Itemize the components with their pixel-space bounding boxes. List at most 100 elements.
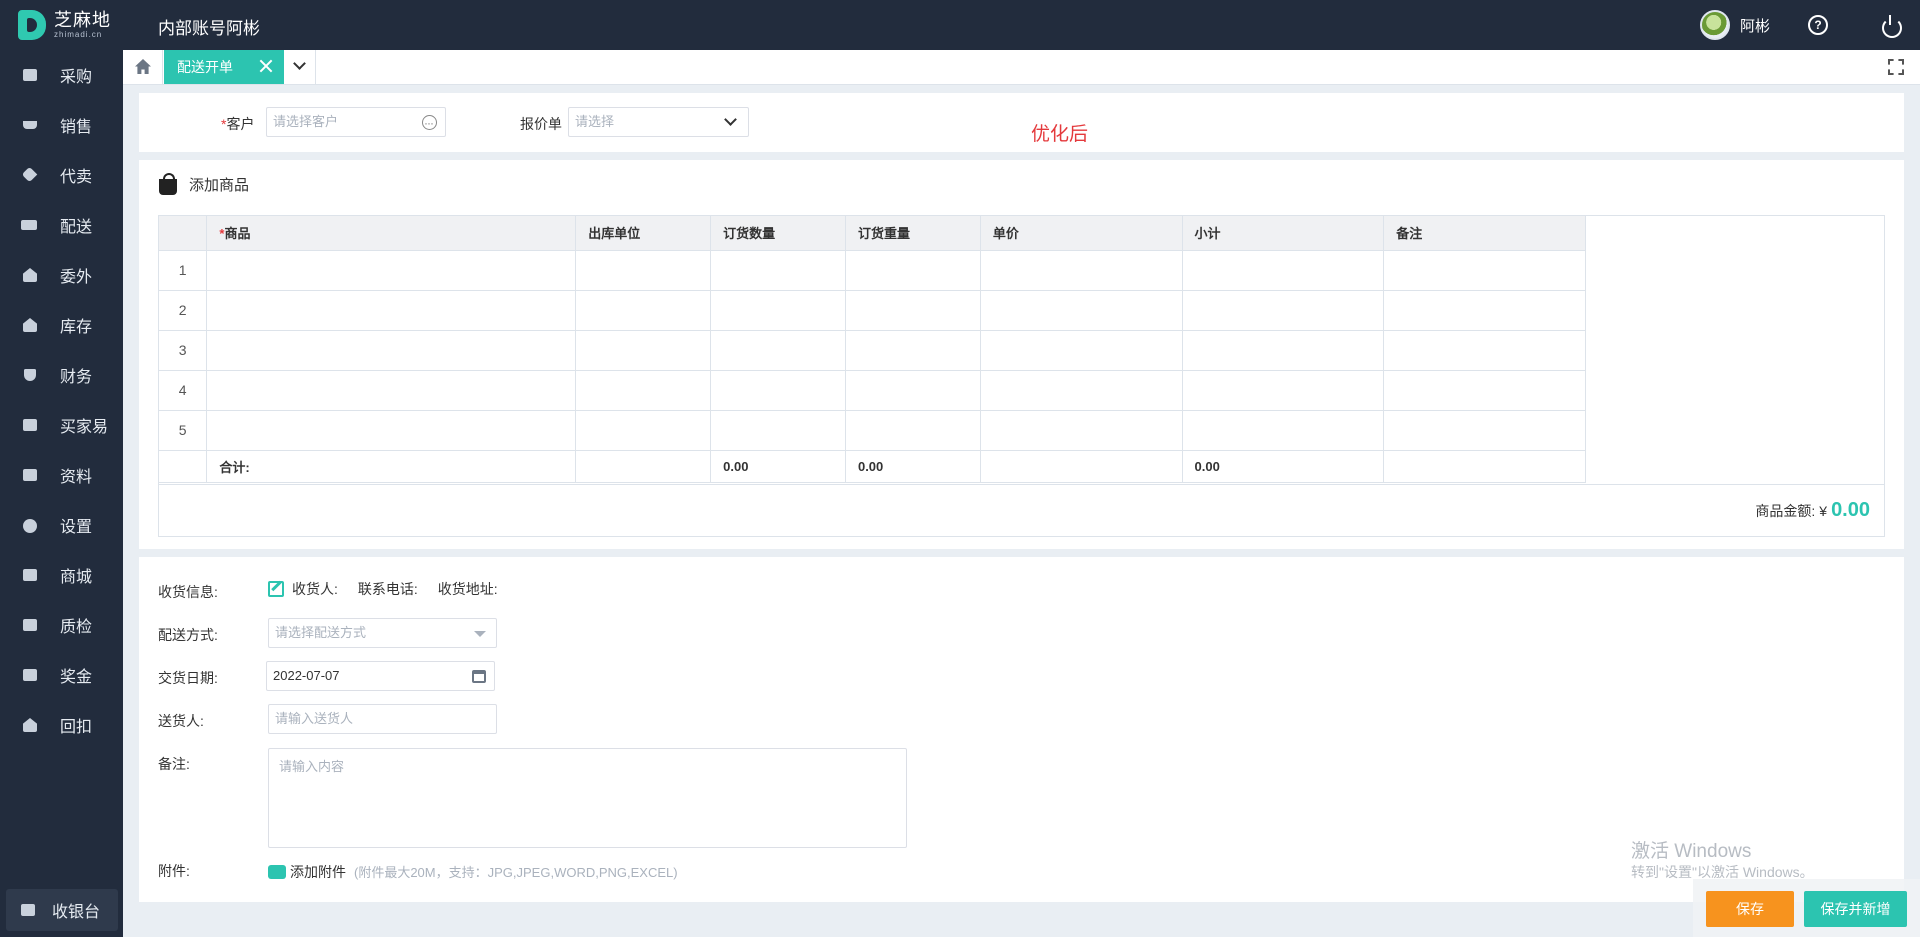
row-number: 3 [159, 330, 208, 371]
table-cell[interactable] [845, 290, 981, 331]
sidebar-item-9[interactable]: 设置 [0, 500, 123, 550]
sidebar-item-11[interactable]: 质检 [0, 600, 123, 650]
logout-power-icon[interactable] [1880, 15, 1902, 38]
table-cell[interactable] [710, 290, 846, 331]
table-cell[interactable] [206, 330, 577, 371]
tab-dropdown-button[interactable] [284, 50, 316, 84]
table-cell[interactable] [575, 330, 712, 371]
add-attachment-button[interactable]: 添加附件 [268, 864, 346, 880]
sidebar-item-13[interactable]: 回扣 [0, 700, 123, 750]
cart-icon [20, 116, 40, 134]
tag-icon [20, 166, 40, 184]
deliverer-input[interactable]: 请输入送货人 [268, 704, 497, 734]
add-goods-title[interactable]: 添加商品 [159, 172, 249, 195]
username[interactable]: 阿彬 [1740, 15, 1770, 36]
table-cell[interactable] [845, 250, 981, 291]
logo[interactable]: 芝麻地 zhimadi.cn [18, 10, 111, 40]
goods-panel: 添加商品 *商品 出库单位 订货数量 订货重量 单价 小计 备注 12345 合… [139, 160, 1904, 549]
total-cell [159, 450, 208, 483]
warehouse-icon [20, 316, 40, 334]
table-cell[interactable] [980, 290, 1183, 331]
table-cell[interactable] [1383, 290, 1586, 331]
optimized-note: 优化后 [1031, 124, 1089, 145]
table-cell[interactable] [1182, 290, 1385, 331]
save-button[interactable]: 保存 [1706, 891, 1794, 927]
table-cell[interactable] [710, 330, 846, 371]
save-and-new-button[interactable]: 保存并新增 [1804, 891, 1907, 927]
sidebar-item-5[interactable]: 库存 [0, 300, 123, 350]
table-cell[interactable] [1383, 370, 1586, 411]
sidebar-item-label: 采购 [60, 69, 93, 86]
table-cell[interactable] [1383, 330, 1586, 371]
sidebar-menu: 采购销售 代卖配送委外 库存 财务 买家易 资料 设置 商城质检奖金回扣 [0, 50, 123, 750]
sidebar-item-label: 配送 [60, 219, 93, 236]
sidebar-item-7[interactable]: 买家易 [0, 400, 123, 450]
table-cell[interactable] [206, 250, 577, 291]
table-cell[interactable] [575, 290, 712, 331]
table-header-row: *商品 出库单位 订货数量 订货重量 单价 小计 备注 [159, 216, 1586, 251]
sidebar-item-1[interactable]: 销售 [0, 100, 123, 150]
table-cell[interactable] [1383, 250, 1586, 291]
cashier-button[interactable]: 收银台 [6, 889, 118, 931]
table-cell[interactable] [575, 410, 712, 451]
table-cell[interactable] [710, 410, 846, 451]
sidebar-item-12[interactable]: 奖金 [0, 650, 123, 700]
edit-icon[interactable] [268, 581, 284, 597]
table-cell[interactable] [845, 410, 981, 451]
help-icon[interactable]: ? [1808, 15, 1828, 35]
total-label: 合计: [206, 450, 577, 483]
col-remark: 备注 [1383, 216, 1586, 251]
table-cell[interactable] [575, 250, 712, 291]
table-cell[interactable] [845, 370, 981, 411]
table-cell[interactable] [1182, 330, 1385, 371]
calendar-icon[interactable] [472, 670, 486, 683]
table-cell[interactable] [575, 370, 712, 411]
logo-mark-icon [18, 10, 46, 40]
sidebar-item-label: 奖金 [60, 669, 93, 686]
remark-textarea[interactable]: 请输入内容 [268, 748, 907, 848]
attachment-icon [268, 865, 286, 879]
table-cell[interactable] [710, 250, 846, 291]
table-cell[interactable] [845, 330, 981, 371]
sidebar-item-8[interactable]: 资料 [0, 450, 123, 500]
table-cell[interactable] [710, 370, 846, 411]
table-cell[interactable] [1182, 250, 1385, 291]
table-cell[interactable] [206, 410, 577, 451]
table-cell[interactable] [980, 370, 1183, 411]
rebate-icon [20, 716, 40, 734]
sidebar-item-2[interactable]: 代卖 [0, 150, 123, 200]
tab-delivery-order[interactable]: 配送开单 [164, 50, 284, 84]
table-cell[interactable] [980, 250, 1183, 291]
action-bar: 保存 保存并新增 [1693, 879, 1920, 937]
table-cell[interactable] [1182, 370, 1385, 411]
fullscreen-icon[interactable] [1888, 59, 1904, 75]
table-cell[interactable] [1383, 410, 1586, 451]
more-options-icon[interactable] [422, 109, 437, 137]
quote-select[interactable]: 请选择 [568, 107, 749, 137]
delivery-method-select[interactable]: 请选择配送方式 [268, 618, 497, 648]
delivery-date-input[interactable]: 2022-07-07 [266, 661, 495, 691]
sidebar-item-10[interactable]: 商城 [0, 550, 123, 600]
tab-close-icon[interactable] [258, 58, 274, 74]
customer-select[interactable]: 请选择客户 [266, 107, 446, 137]
avatar[interactable] [1699, 10, 1730, 40]
col-qty: 订货数量 [710, 216, 846, 251]
sidebar-item-label: 回扣 [60, 719, 93, 736]
table-cell[interactable] [206, 370, 577, 411]
sidebar-item-3[interactable]: 配送 [0, 200, 123, 250]
table-cell[interactable] [1182, 410, 1385, 451]
user-area: 阿彬 ? [1699, 0, 1920, 50]
caret-down-icon [474, 631, 486, 637]
sidebar-item-label: 质检 [60, 619, 93, 636]
logo-domain: zhimadi.cn [54, 30, 103, 39]
table-cell[interactable] [980, 330, 1183, 371]
table-cell[interactable] [980, 410, 1183, 451]
top-bar: 芝麻地 zhimadi.cn 内部账号阿彬 阿彬 ? [0, 0, 1920, 50]
sidebar-item-4[interactable]: 委外 [0, 250, 123, 300]
sidebar-item-6[interactable]: 财务 [0, 350, 123, 400]
sidebar-item-0[interactable]: 采购 [0, 50, 123, 100]
total-cell [575, 450, 712, 483]
table-cell[interactable] [206, 290, 577, 331]
home-icon[interactable] [123, 50, 163, 84]
basket-icon [159, 172, 177, 195]
